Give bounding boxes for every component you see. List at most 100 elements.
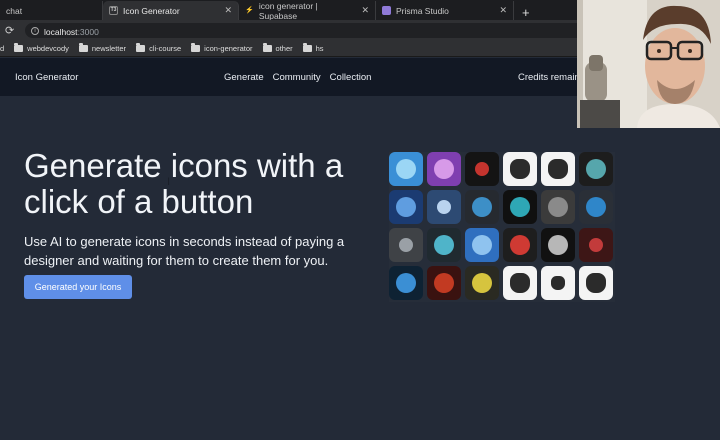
bd-icon bbox=[465, 228, 499, 262]
t3-favicon-icon: T3 bbox=[109, 6, 118, 15]
address-bar[interactable]: i localhost:3000 bbox=[25, 23, 595, 38]
close-icon[interactable]: ✕ bbox=[361, 5, 369, 16]
generate-icons-button[interactable]: Generated your Icons bbox=[24, 275, 132, 299]
icon-glyph bbox=[586, 159, 606, 179]
teal-helmet-icon bbox=[579, 152, 613, 186]
tab-icon-generator[interactable]: T3 Icon Generator ✕ bbox=[103, 1, 239, 20]
bookmark-label: webdevcody bbox=[27, 44, 69, 53]
icon-glyph bbox=[475, 162, 489, 176]
rocket-icon bbox=[427, 190, 461, 224]
nav-generate[interactable]: Generate bbox=[224, 72, 264, 83]
jss-icon bbox=[579, 190, 613, 224]
icon-glyph bbox=[551, 276, 565, 290]
main-nav: Generate Community Collection bbox=[224, 72, 371, 83]
tab-prisma-studio[interactable]: Prisma Studio ✕ bbox=[376, 1, 514, 20]
bookmark-d[interactable]: d bbox=[0, 44, 4, 53]
planet-icon bbox=[465, 190, 499, 224]
presenter-video-image bbox=[577, 0, 720, 128]
tab-label: chat bbox=[6, 5, 23, 16]
new-tab-icon[interactable]: + bbox=[514, 5, 538, 20]
man-portrait-icon bbox=[579, 266, 613, 300]
icon-glyph bbox=[472, 197, 492, 217]
icon-glyph bbox=[434, 159, 454, 179]
credits-remaining: Credits remain bbox=[518, 71, 580, 83]
blue-avatar-icon bbox=[389, 152, 423, 186]
url-host: localhost bbox=[44, 26, 78, 37]
icon-glyph bbox=[472, 273, 492, 293]
icon-glyph bbox=[396, 273, 416, 293]
purple-avatar-icon bbox=[427, 152, 461, 186]
folder-icon bbox=[302, 43, 312, 52]
icon-glyph bbox=[510, 273, 530, 293]
webcam-overlay bbox=[577, 0, 720, 128]
bookmark-hs[interactable]: hs bbox=[302, 43, 324, 53]
glasses-man-icon bbox=[503, 152, 537, 186]
letter-j-icon bbox=[389, 228, 423, 262]
curly-hair-icon bbox=[541, 266, 575, 300]
code-squad-icon bbox=[503, 190, 537, 224]
icon-glyph bbox=[396, 159, 416, 179]
icon-glyph bbox=[434, 273, 454, 293]
webtype-icon bbox=[541, 228, 575, 262]
folder-icon bbox=[14, 43, 24, 52]
icon-glyph bbox=[510, 235, 530, 255]
blue-orb-icon bbox=[389, 266, 423, 300]
icon-glyph bbox=[510, 197, 530, 217]
gray-button-icon bbox=[541, 190, 575, 224]
bookmark-label: icon-generator bbox=[204, 44, 253, 53]
icon-glyph bbox=[399, 238, 413, 252]
bookmark-label: d bbox=[0, 44, 5, 53]
brand-link[interactable]: Icon Generator bbox=[15, 72, 78, 83]
nav-collection[interactable]: Collection bbox=[330, 72, 372, 83]
icon-glyph bbox=[472, 235, 492, 255]
icon-glyph bbox=[586, 273, 606, 293]
hero-subtitle: Use AI to generate icons in seconds inst… bbox=[24, 234, 345, 268]
prisma-favicon-icon bbox=[382, 6, 391, 15]
red-robot-icon bbox=[503, 228, 537, 262]
hero-title: Generate icons with a click of a button bbox=[24, 147, 344, 220]
folder-icon bbox=[136, 43, 146, 52]
icon-glyph bbox=[548, 197, 568, 217]
icon-glyph bbox=[434, 235, 454, 255]
bookmark-other[interactable]: other bbox=[262, 43, 293, 53]
tab-label: icon generator | Supabase bbox=[258, 0, 318, 21]
tab-label: Prisma Studio bbox=[396, 5, 449, 16]
tab-label: Icon Generator bbox=[123, 5, 180, 16]
icon-glyph bbox=[586, 197, 606, 217]
tab-chat[interactable]: chat bbox=[0, 1, 103, 20]
tab-supabase[interactable]: ⚡ icon generator | Supabase ✕ bbox=[239, 0, 376, 21]
close-icon[interactable]: ✕ bbox=[224, 5, 232, 16]
text-cursor-icon: I bbox=[167, 176, 171, 188]
url-port: :3000 bbox=[77, 26, 99, 37]
bearded-man-icon bbox=[541, 152, 575, 186]
bookmark-icon-generator[interactable]: icon-generator bbox=[191, 43, 253, 53]
folder-icon bbox=[78, 43, 88, 52]
close-icon[interactable]: ✕ bbox=[499, 5, 507, 16]
bookmark-label: cli-course bbox=[149, 44, 182, 53]
folder-icon bbox=[262, 43, 272, 52]
icon-showcase-grid bbox=[389, 152, 615, 302]
bookmark-label: other bbox=[275, 44, 293, 53]
nav-community[interactable]: Community bbox=[273, 72, 321, 83]
bookmark-newsletter[interactable]: newsletter bbox=[78, 43, 127, 53]
bookmark-webdevcody[interactable]: webdevcody bbox=[14, 43, 69, 53]
icon-glyph bbox=[548, 159, 568, 179]
ninja-icon bbox=[427, 228, 461, 262]
supabase-favicon-icon: ⚡ bbox=[245, 7, 254, 14]
bookmark-label: newsletter bbox=[91, 44, 127, 53]
info-icon[interactable]: i bbox=[31, 26, 39, 35]
bookmark-cli-course[interactable]: cli-course bbox=[136, 43, 182, 53]
red-cauldron-icon bbox=[427, 266, 461, 300]
phone-man-icon bbox=[503, 266, 537, 300]
globe-icon bbox=[389, 190, 423, 224]
reload-icon[interactable]: ⟳ bbox=[5, 24, 19, 37]
icon-glyph bbox=[589, 238, 603, 252]
yellow-face-icon bbox=[465, 266, 499, 300]
icon-glyph bbox=[437, 200, 451, 214]
icon-glyph bbox=[548, 235, 568, 255]
red-logo-icon bbox=[579, 228, 613, 262]
icon-glyph bbox=[510, 159, 530, 179]
icon-glyph bbox=[396, 197, 416, 217]
folder-icon bbox=[191, 43, 201, 52]
bookmark-label: hs bbox=[315, 44, 324, 53]
